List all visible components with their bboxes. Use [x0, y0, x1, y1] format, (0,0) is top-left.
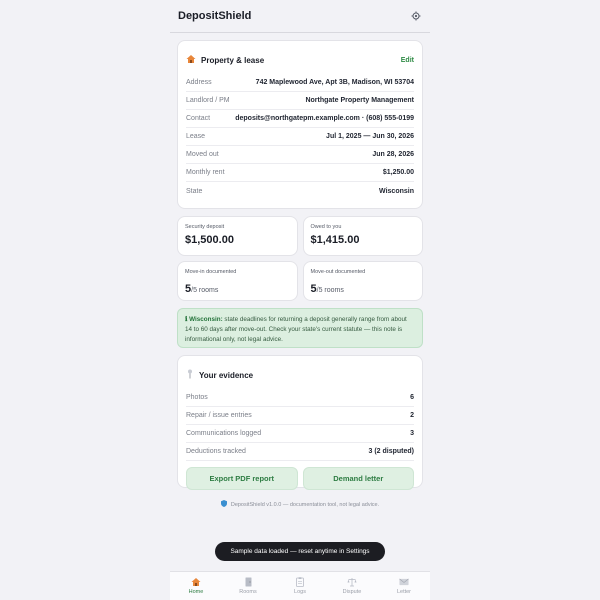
clipboard-icon	[295, 577, 305, 587]
row-label: Landlord / PM	[186, 97, 230, 104]
row-label: Lease	[186, 133, 206, 140]
tab-label: Letter	[396, 589, 412, 595]
lease-row: Address 742 Maplewood Ave, Apt 3B, Madiso…	[186, 74, 414, 92]
export-pdf-button[interactable]: Export PDF report	[186, 467, 298, 490]
stat-label: Owed to you	[310, 224, 342, 230]
toast-message: Sample data loaded — reset anytime in Se…	[215, 542, 385, 561]
footer-note: DepositShield v1.0.0 — documentation too…	[177, 500, 423, 509]
row-value: Jun 28, 2026	[372, 151, 414, 158]
owed-card: Owed to you $1,415.00	[302, 216, 423, 256]
bottom-tab-bar: Home Rooms Logs Dispute Letter	[170, 571, 430, 600]
row-label: Deductions tracked	[186, 448, 246, 455]
lease-row: Landlord / PM Northgate Property Manageme…	[186, 92, 414, 110]
row-label: Repair / issue entries	[186, 412, 252, 419]
state-info-note: ℹ Wisconsin: state deadlines for returni…	[177, 308, 423, 348]
stat-label: Move-out documented	[310, 269, 366, 275]
lease-row: Monthly rent $1,250.00	[186, 164, 414, 182]
tab-logs[interactable]: Logs	[274, 572, 326, 600]
row-value: $1,250.00	[382, 169, 414, 176]
lease-row: Moved out Jun 28, 2026	[186, 146, 414, 164]
stat-label: Move-in documented	[185, 269, 237, 275]
note-prefix: ℹ Wisconsin:	[185, 316, 223, 323]
row-value: 3 (2 disputed)	[368, 448, 414, 455]
card-title-evidence: Your evidence	[199, 370, 254, 380]
security-deposit-card: Security deposit $1,500.00	[177, 216, 298, 256]
footer-text: DepositShield v1.0.0 — documentation too…	[230, 501, 380, 508]
app-title: DepositShield	[178, 10, 252, 22]
pin-icon	[186, 369, 194, 381]
tab-label: Rooms	[239, 589, 257, 595]
row-value: 3	[410, 430, 414, 437]
row-label: Contact	[186, 115, 211, 122]
stat-label: Security deposit	[185, 224, 225, 230]
tab-letter[interactable]: Letter	[378, 572, 430, 600]
move-in-card: Move-in documented 5/5 rooms	[177, 261, 298, 301]
row-value: 2	[410, 412, 414, 419]
stat-value: $1,415.00	[310, 234, 360, 246]
row-value: Wisconsin	[379, 187, 414, 195]
house-icon	[186, 54, 196, 66]
evidence-card: Your evidence Photos 6 Repair / issue ent…	[177, 355, 423, 490]
stat-total: /5 rooms	[191, 287, 219, 294]
lease-row: Contact deposits@northgatepm.example.com …	[186, 110, 414, 128]
tab-label: Home	[188, 589, 204, 595]
shield-icon	[220, 500, 227, 509]
stat-value: $1,500.00	[185, 234, 234, 246]
row-value: Jul 1, 2025 — Jun 30, 2026	[326, 133, 414, 140]
row-label: Address	[186, 79, 212, 86]
row-value: 742 Maplewood Ave, Apt 3B, Madison, WI 5…	[255, 79, 414, 86]
tab-rooms[interactable]: Rooms	[222, 572, 274, 600]
row-label: Moved out	[186, 151, 219, 158]
property-lease-card: Property & lease Edit Address 742 Maplewo…	[177, 40, 423, 209]
evidence-row: Deductions tracked 3 (2 disputed)	[186, 443, 414, 461]
row-value: deposits@northgatepm.example.com · (608)…	[235, 115, 414, 122]
stats-grid: Security deposit $1,500.00 Owed to you $…	[177, 216, 423, 301]
row-label: Photos	[186, 394, 208, 401]
tab-label: Dispute	[342, 589, 362, 595]
gear-icon[interactable]	[410, 10, 422, 22]
evidence-row: Photos 6	[186, 389, 414, 407]
evidence-row: Communications logged 3	[186, 425, 414, 443]
envelope-icon	[399, 577, 409, 587]
move-out-card: Move-out documented 5/5 rooms	[302, 261, 423, 301]
row-label: Monthly rent	[186, 169, 225, 176]
lease-row: Lease Jul 1, 2025 — Jun 30, 2026	[186, 128, 414, 146]
scales-icon	[347, 577, 357, 587]
row-label: State	[186, 187, 203, 195]
row-value: 6	[410, 394, 414, 401]
lease-row: State Wisconsin	[186, 182, 414, 200]
demand-letter-button[interactable]: Demand letter	[302, 467, 414, 490]
door-icon	[243, 577, 253, 587]
tab-home[interactable]: Home	[170, 572, 222, 600]
stat-total: /5 rooms	[316, 287, 344, 294]
row-value: Northgate Property Management	[305, 97, 414, 104]
card-title-property: Property & lease	[201, 55, 265, 65]
evidence-row: Repair / issue entries 2	[186, 407, 414, 425]
app-header: DepositShield	[170, 0, 430, 33]
tab-dispute[interactable]: Dispute	[326, 572, 378, 600]
app-frame: DepositShield Property & lease Edit Addr…	[170, 0, 430, 600]
house-icon	[191, 577, 201, 587]
tab-label: Logs	[294, 589, 306, 595]
row-label: Communications logged	[186, 430, 262, 437]
edit-button[interactable]: Edit	[401, 57, 414, 64]
